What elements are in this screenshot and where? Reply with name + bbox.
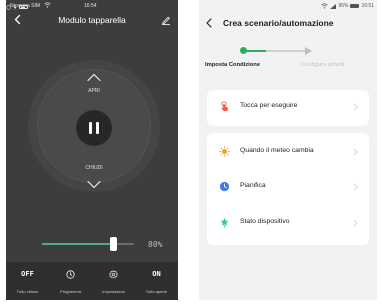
device-status-label: Stato dispositivo	[240, 218, 290, 225]
page-title: Modulo tapparella	[58, 15, 126, 25]
settings-button[interactable]: Impostazioni	[92, 262, 135, 300]
open-arrow-icon[interactable]	[86, 73, 102, 82]
settings-label: Impostazioni	[102, 289, 125, 294]
status-icons	[6, 3, 178, 11]
clock-icon	[66, 270, 75, 279]
pause-icon-bar	[96, 122, 99, 134]
pause-icon	[89, 122, 92, 134]
all-open-button[interactable]: ON Tutto aperto	[135, 262, 178, 300]
header: Modulo tapparella	[6, 12, 178, 28]
slider-thumb[interactable]	[110, 237, 117, 251]
wifi-icon	[321, 3, 329, 9]
screenshot-stage: Nessuna SIM 16:54 Modulo tapparella APRI…	[0, 0, 382, 304]
chevron-right-icon	[353, 148, 358, 156]
open-label[interactable]: APRI	[82, 88, 106, 94]
step-remaining-line	[266, 50, 306, 52]
slider-fill	[42, 243, 114, 245]
step-indicator: Imposta Condizione Configura attività	[199, 42, 377, 76]
signal-icon	[330, 3, 337, 9]
step-next-arrow-icon	[305, 47, 312, 55]
option-schedule[interactable]: Pianifica	[207, 173, 369, 203]
page-title: Crea scenario/automazione	[223, 18, 334, 28]
on-label: ON	[152, 270, 161, 278]
all-closed-button[interactable]: OFF Tutto chiuso	[6, 262, 49, 300]
step-progress-line	[246, 50, 266, 52]
status-bar: 95% 16:51	[199, 2, 377, 10]
schedule-label: Pianifica	[240, 182, 266, 189]
chevron-right-icon	[353, 219, 358, 227]
battery-icon	[19, 5, 28, 9]
battery-icon	[350, 4, 360, 8]
close-arrow-icon[interactable]	[86, 180, 102, 189]
schedule-label: Programma	[60, 289, 81, 294]
position-value: 80%	[148, 240, 163, 249]
clock-time: 16:51	[361, 3, 374, 9]
automation-conditions-card: Quando il meteo cambia Pianifica Stato d…	[207, 133, 369, 245]
device-icon	[220, 217, 229, 228]
schedule-button[interactable]: Programma	[49, 262, 92, 300]
option-device-status[interactable]: Stato dispositivo	[207, 209, 369, 239]
create-scene-screen: 95% 16:51 Crea scenario/automazione Impo…	[199, 0, 377, 300]
status-icons: 95% 16:51	[321, 3, 374, 9]
close-label[interactable]: CHIUDI	[78, 165, 110, 171]
all-closed-label: Tutto chiuso	[16, 289, 39, 294]
back-arrow-icon[interactable]	[205, 18, 213, 28]
off-label: OFF	[21, 270, 34, 278]
battery-percent: 95%	[338, 3, 349, 9]
gear-icon	[109, 270, 118, 279]
bolt-icon	[13, 4, 17, 10]
bottom-toolbar: OFF Tutto chiuso Programma Impostazioni …	[6, 262, 178, 300]
status-bar: Nessuna SIM 16:54	[6, 2, 178, 10]
step-configure-activity: Configura attività	[301, 62, 345, 68]
alarm-icon	[6, 4, 11, 10]
chevron-right-icon	[353, 103, 358, 111]
weather-change-label: Quando il meteo cambia	[240, 147, 314, 154]
manual-trigger-card: Tocca per eseguire	[207, 90, 369, 126]
step-set-condition: Imposta Condizione	[205, 62, 261, 68]
position-slider[interactable]	[42, 237, 134, 251]
tap-to-run-label: Tocca per eseguire	[240, 102, 298, 109]
header: Crea scenario/automazione	[199, 15, 377, 33]
tap-hand-icon	[221, 101, 228, 111]
option-tap-to-run[interactable]: Tocca per eseguire	[207, 93, 369, 123]
blind-module-screen: Nessuna SIM 16:54 Modulo tapparella APRI…	[6, 0, 178, 300]
chevron-right-icon	[353, 183, 358, 191]
clock-icon	[219, 181, 230, 192]
option-weather-change[interactable]: Quando il meteo cambia	[207, 138, 369, 168]
all-open-label: Tutto aperto	[145, 289, 168, 294]
sun-icon	[219, 146, 230, 157]
edit-pencil-icon[interactable]	[161, 15, 171, 25]
pause-button[interactable]	[76, 110, 112, 146]
